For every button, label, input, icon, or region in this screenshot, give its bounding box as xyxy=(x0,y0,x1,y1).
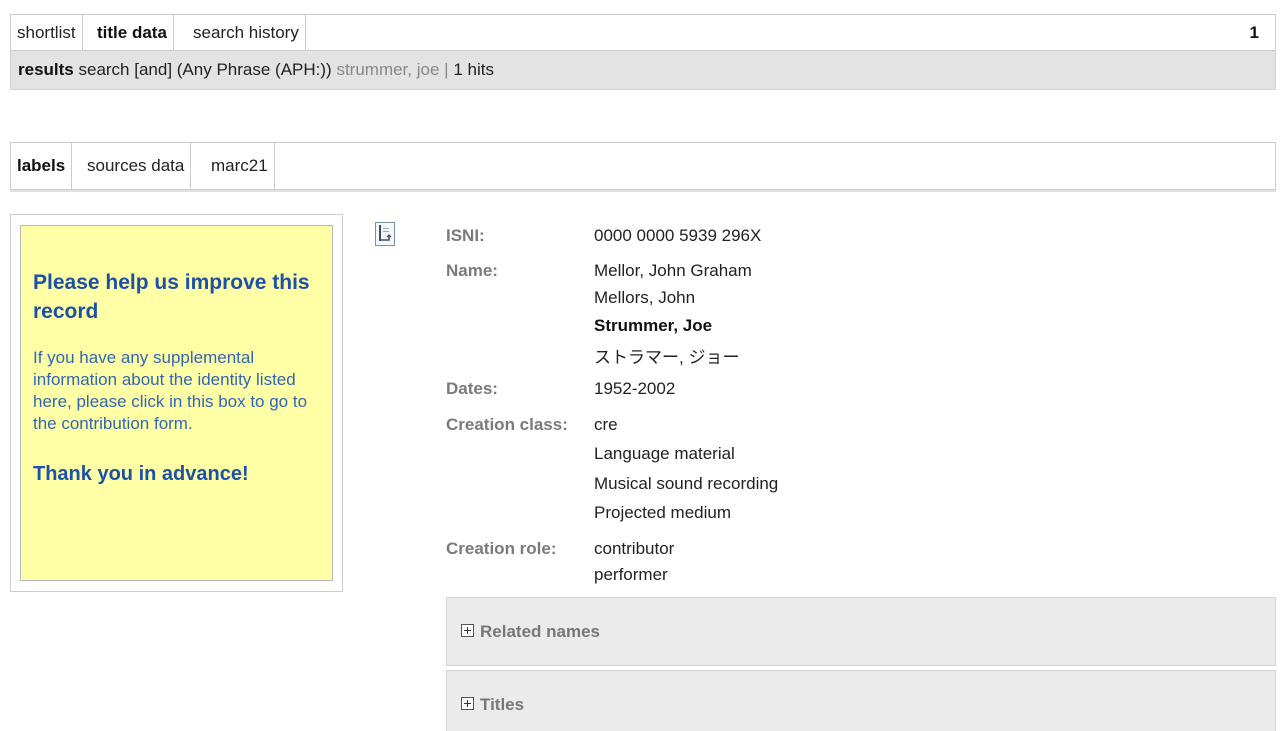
document-icon-glyph xyxy=(379,225,392,241)
creation-class-value: cre xyxy=(594,415,618,434)
tab-search-history[interactable]: search history xyxy=(187,15,306,50)
dates-label: Dates: xyxy=(446,379,498,398)
search-description: search [and] (Any Phrase (APH:)) xyxy=(78,60,332,79)
creation-class-label: Creation class: xyxy=(446,415,568,434)
name-value: Mellors, John xyxy=(594,288,696,307)
related-names-panel[interactable]: Related names xyxy=(446,597,1276,666)
page-number[interactable]: 1 xyxy=(1250,15,1259,50)
creation-class-value: Language material xyxy=(594,444,735,463)
related-names-label[interactable]: Related names xyxy=(480,622,600,641)
dates-value: 1952-2002 xyxy=(594,379,676,398)
tab-shortlist[interactable]: shortlist xyxy=(11,15,83,50)
view-tab-bar: labels sources data marc21 xyxy=(10,142,1276,190)
plus-box-icon[interactable] xyxy=(461,624,474,638)
creation-class-value: Musical sound recording xyxy=(594,474,779,493)
results-label: results xyxy=(18,60,74,79)
document-icon[interactable] xyxy=(375,222,395,246)
tab-sources-data[interactable]: sources data xyxy=(81,143,192,189)
titles-panel[interactable]: Titles xyxy=(446,670,1276,731)
creation-role-value: performer xyxy=(594,565,668,584)
titles-label[interactable]: Titles xyxy=(480,695,524,714)
contribution-box-inner[interactable]: Please help us improve this record If yo… xyxy=(20,225,333,581)
name-value: ストラマー, ジョー xyxy=(594,348,740,367)
tab-labels[interactable]: labels xyxy=(11,143,73,189)
results-bar: results search [and] (Any Phrase (APH:))… xyxy=(10,51,1276,90)
results-separator: | xyxy=(444,60,449,79)
isni-value: 0000 0000 5939 296X xyxy=(594,226,762,245)
tab-marc21[interactable]: marc21 xyxy=(205,143,275,189)
name-value-preferred: Strummer, Joe xyxy=(594,316,713,335)
contribution-box[interactable]: Please help us improve this record If yo… xyxy=(10,214,343,592)
creation-role-label: Creation role: xyxy=(446,539,557,558)
creation-role-value: contributor xyxy=(594,539,675,558)
search-query[interactable]: strummer, joe xyxy=(336,60,439,79)
tab-title-data[interactable]: title data xyxy=(91,15,174,50)
plus-box-icon[interactable] xyxy=(461,697,474,711)
name-label: Name: xyxy=(446,261,498,280)
help-thanks: Thank you in advance! xyxy=(33,463,249,485)
isni-label: ISNI: xyxy=(446,226,485,245)
hit-count: 1 hits xyxy=(453,60,494,79)
tab-bar-divider xyxy=(10,190,1276,192)
creation-class-value: Projected medium xyxy=(594,503,732,522)
name-value: Mellor, John Graham xyxy=(594,261,752,280)
top-tab-bar: shortlist title data search history 1 xyxy=(10,14,1276,51)
help-text: If you have any supplemental information… xyxy=(33,348,308,433)
help-title: Please help us improve this record xyxy=(33,271,310,323)
